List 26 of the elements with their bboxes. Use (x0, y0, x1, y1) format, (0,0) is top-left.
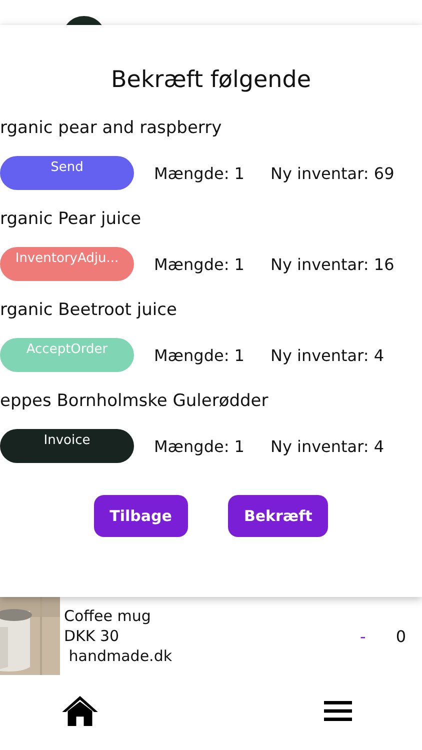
quantity-label: Mængde: 1 (154, 346, 244, 364)
product-name: eppes Bornholmske Gulerødder (0, 391, 270, 411)
action-tag: Send (0, 156, 134, 190)
decrease-button[interactable]: - (356, 626, 370, 646)
seller-name: handmade.dk (68, 646, 172, 666)
menu-icon[interactable] (324, 701, 352, 721)
action-tag: AcceptOrder (0, 338, 134, 372)
inventory-label: Ny inventar: 4 (270, 436, 384, 456)
product-price: DKK 30 (64, 626, 120, 646)
back-button[interactable]: Tilbage (94, 495, 188, 537)
inventory-label: Ny inventar: 69 (270, 164, 394, 182)
confirm-button[interactable]: Bekræft (228, 495, 328, 537)
product-name: rganic Beetroot juice (0, 300, 178, 320)
inventory-label: Ny inventar: 16 (270, 254, 394, 274)
quantity-count: 0 (396, 626, 406, 646)
product-name: rganic Pear juice (0, 209, 142, 229)
product-name: Coffee mug (64, 606, 152, 626)
quantity-label: Mængde: 1 (154, 164, 244, 182)
home-icon[interactable] (61, 695, 99, 727)
action-tag: InventoryAdju... (0, 247, 134, 281)
action-tag: Invoice (0, 429, 134, 463)
product-name: rganic pear and raspberry (0, 118, 223, 138)
quantity-label: Mængde: 1 (154, 436, 244, 456)
dialog-title: Bekræft følgende (110, 66, 312, 95)
inventory-label: Ny inventar: 4 (270, 346, 384, 364)
quantity-label: Mængde: 1 (154, 254, 244, 274)
